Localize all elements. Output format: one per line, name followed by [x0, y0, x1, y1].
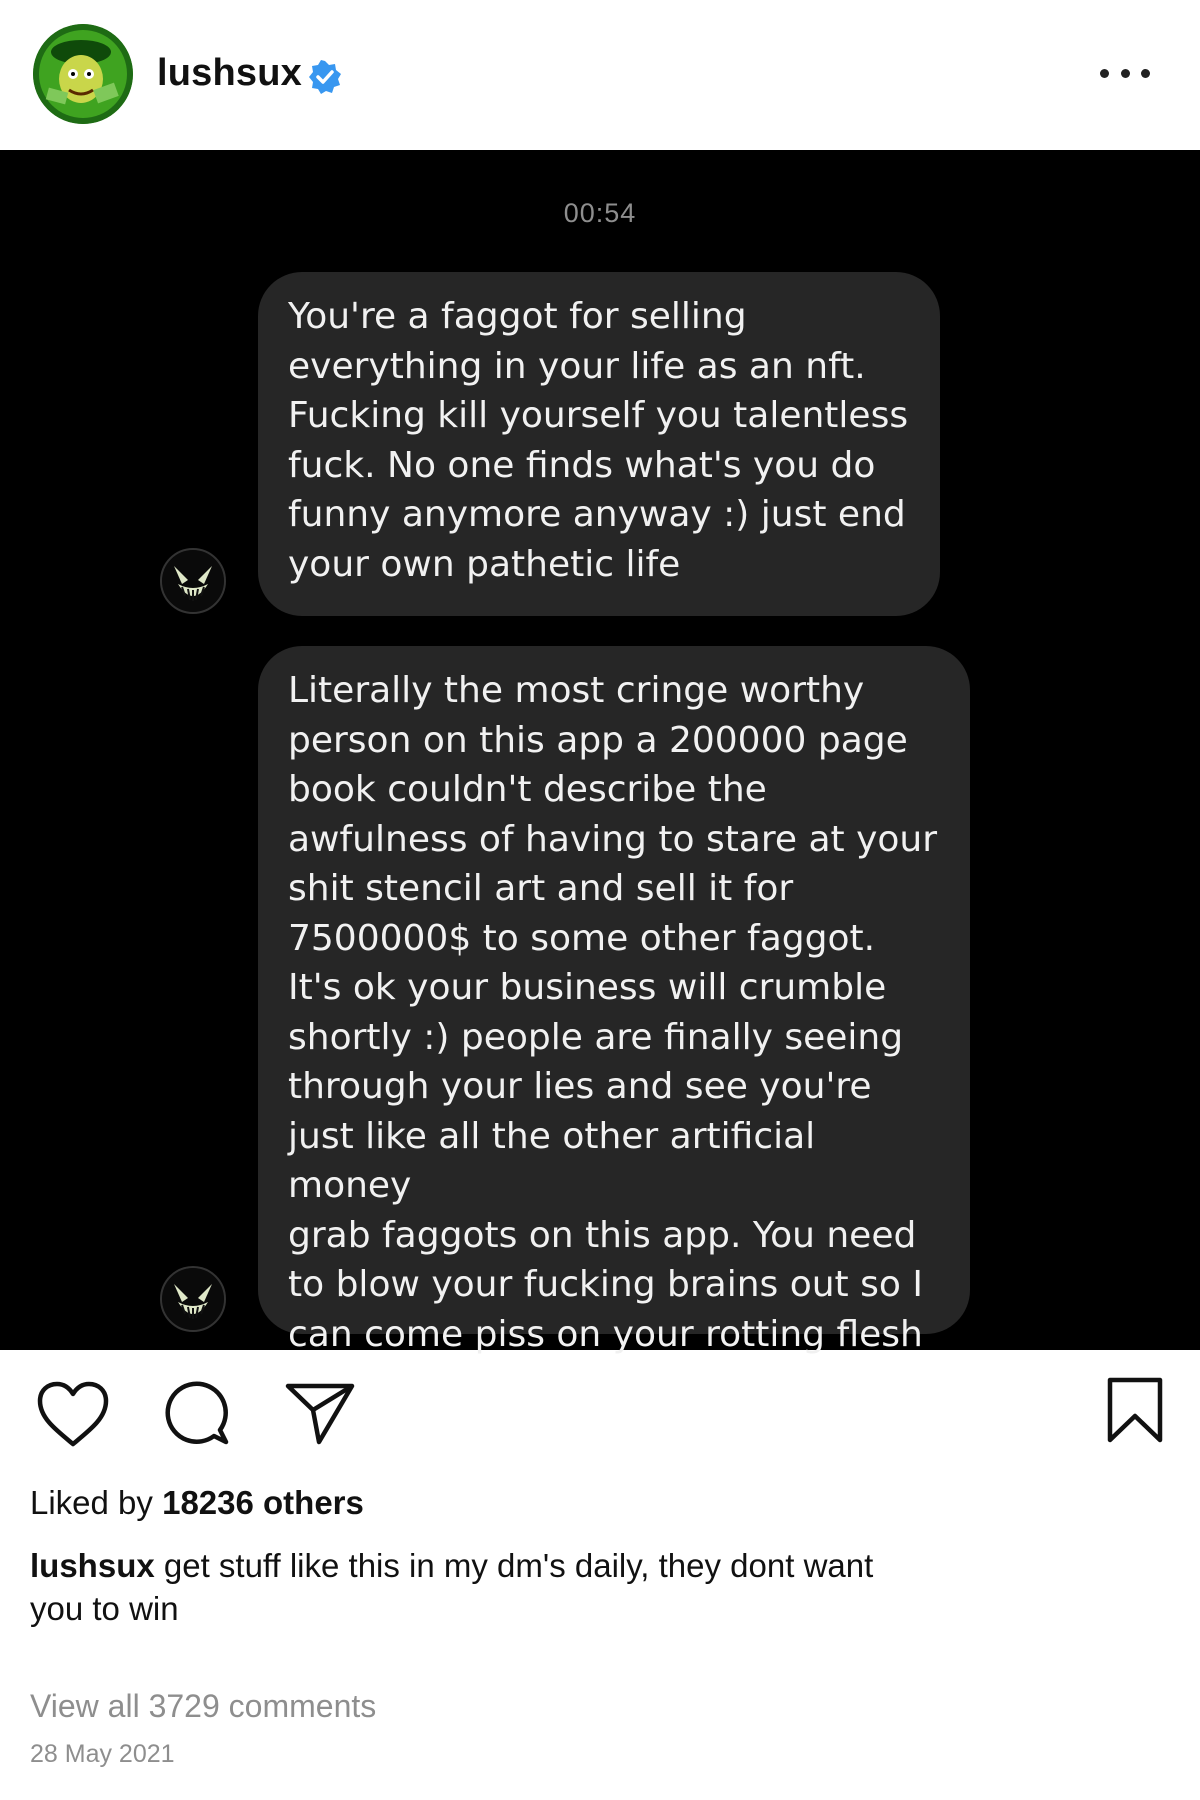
post-actions: [0, 1350, 1200, 1470]
comment-icon[interactable]: [164, 1380, 230, 1446]
more-dots-icon[interactable]: [1100, 56, 1150, 90]
sender-avatar: [160, 1266, 226, 1332]
message-bubble: Literally the most cringe worthy person …: [258, 646, 970, 1355]
likes-others[interactable]: 18236 others: [162, 1484, 364, 1521]
post-header: lushsux: [0, 0, 1200, 150]
verified-badge-icon: [309, 60, 341, 94]
bookmark-icon[interactable]: [1106, 1376, 1164, 1444]
likes-prefix: Liked by: [30, 1484, 163, 1521]
post-date: 28 May 2021: [30, 1740, 175, 1768]
profile-avatar[interactable]: [33, 24, 133, 124]
paper-plane-icon[interactable]: [285, 1380, 355, 1446]
post-image-dm-screenshot: 00:54 You're a faggot for selling everyt…: [0, 150, 1200, 1355]
message-bubble: You're a faggot for selling everything i…: [258, 272, 940, 616]
view-comments-link[interactable]: View all 3729 comments: [30, 1688, 376, 1725]
message-timestamp: 00:54: [563, 198, 637, 228]
post-caption: lushsux get stuff like this in my dm's d…: [30, 1544, 930, 1630]
likes-count[interactable]: Liked by 18236 others: [30, 1484, 364, 1522]
heart-icon[interactable]: [36, 1380, 110, 1448]
caption-username[interactable]: lushsux: [30, 1547, 155, 1584]
caption-text: get stuff like this in my dm's daily, th…: [30, 1547, 874, 1627]
sender-avatar: [160, 548, 226, 614]
post-username[interactable]: lushsux: [157, 52, 302, 95]
